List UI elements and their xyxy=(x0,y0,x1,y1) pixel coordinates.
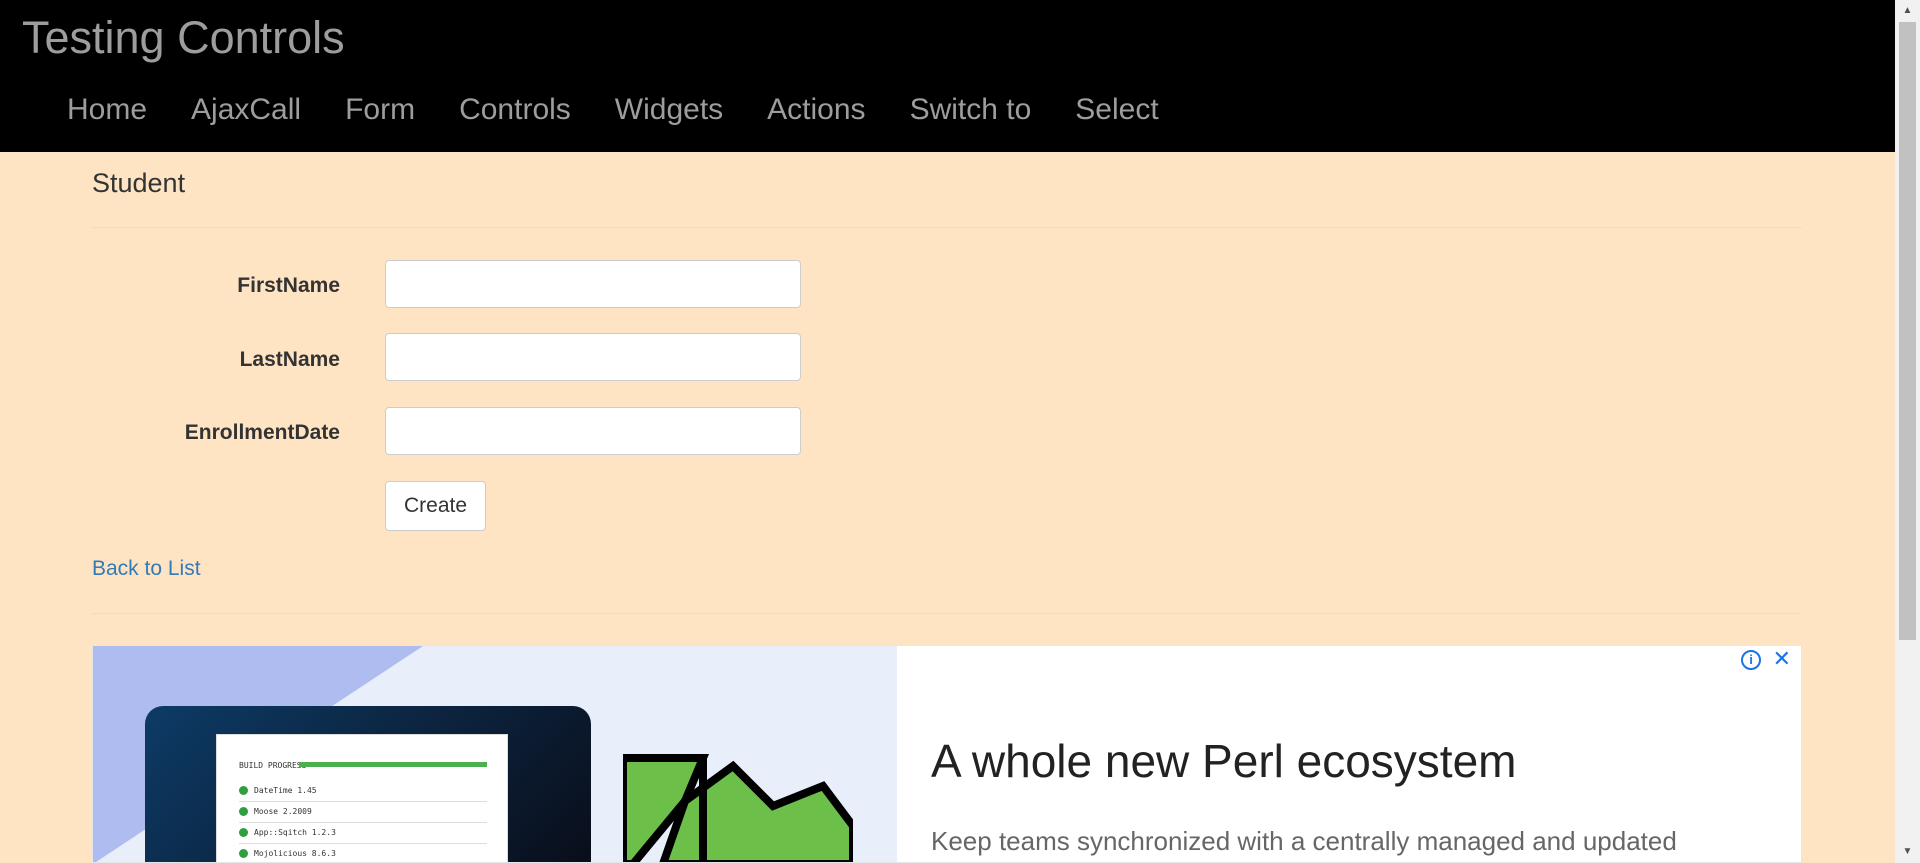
build-row-label: DateTime 1.45 xyxy=(254,786,317,795)
build-row: DateTime 1.45 xyxy=(239,781,487,802)
nav-menu: Home AjaxCall Form Controls Widgets Acti… xyxy=(45,88,1181,132)
build-progress-title: BUILD PROGRESS xyxy=(239,761,307,770)
nav-item-home[interactable]: Home xyxy=(45,88,169,132)
nav-item-switch-to[interactable]: Switch to xyxy=(888,88,1054,132)
ad-body-text[interactable]: Keep teams synchronized with a centrally… xyxy=(931,826,1677,857)
build-row: App::Sqitch 1.2.3 xyxy=(239,823,487,844)
check-icon xyxy=(239,849,248,858)
ad-image[interactable]: BUILD PROGRESS DateTime 1.45 Moose 2.200… xyxy=(93,646,897,862)
enrollment-date-label: EnrollmentDate xyxy=(184,421,340,444)
divider xyxy=(92,227,1802,228)
brand-title[interactable]: Testing Controls xyxy=(22,10,345,66)
build-progress-panel: BUILD PROGRESS DateTime 1.45 Moose 2.200… xyxy=(216,734,508,862)
nav-item-controls[interactable]: Controls xyxy=(437,88,593,132)
check-icon xyxy=(239,807,248,816)
scroll-down-arrow-icon[interactable]: ▼ xyxy=(1895,841,1920,863)
nav-item-select[interactable]: Select xyxy=(1053,88,1180,132)
vertical-scrollbar[interactable]: ▲ ▼ xyxy=(1895,0,1920,863)
first-name-label: FirstName xyxy=(237,274,340,297)
build-row: Moose 2.2009 xyxy=(239,802,487,823)
last-name-label: LastName xyxy=(239,348,340,371)
back-to-list-link[interactable]: Back to List xyxy=(92,557,201,581)
ad-banner[interactable]: BUILD PROGRESS DateTime 1.45 Moose 2.200… xyxy=(92,645,1802,863)
divider xyxy=(92,613,1802,614)
close-icon[interactable]: ✕ xyxy=(1773,646,1791,672)
info-icon[interactable]: i xyxy=(1741,650,1761,670)
create-button[interactable]: Create xyxy=(385,481,486,531)
navbar: Testing Controls Home AjaxCall Form Cont… xyxy=(0,0,1895,152)
build-progress-bar xyxy=(299,762,487,767)
scrollbar-thumb[interactable] xyxy=(1899,22,1916,640)
last-name-input[interactable] xyxy=(385,333,801,381)
nav-item-widgets[interactable]: Widgets xyxy=(593,88,745,132)
enrollment-date-input[interactable] xyxy=(385,407,801,455)
check-icon xyxy=(239,786,248,795)
build-row: Mojolicious 8.6.3 xyxy=(239,844,487,862)
first-name-input[interactable] xyxy=(385,260,801,308)
build-row-label: Mojolicious 8.6.3 xyxy=(254,849,336,858)
ad-headline[interactable]: A whole new Perl ecosystem xyxy=(931,734,1517,788)
scroll-up-arrow-icon[interactable]: ▲ xyxy=(1895,0,1920,22)
origami-bird-icon xyxy=(623,754,853,862)
nav-item-form[interactable]: Form xyxy=(323,88,437,132)
check-icon xyxy=(239,828,248,837)
build-row-label: Moose 2.2009 xyxy=(254,807,312,816)
page-heading: Student xyxy=(92,168,186,198)
nav-item-ajaxcall[interactable]: AjaxCall xyxy=(169,88,323,132)
nav-item-actions[interactable]: Actions xyxy=(745,88,887,132)
build-row-label: App::Sqitch 1.2.3 xyxy=(254,828,336,837)
